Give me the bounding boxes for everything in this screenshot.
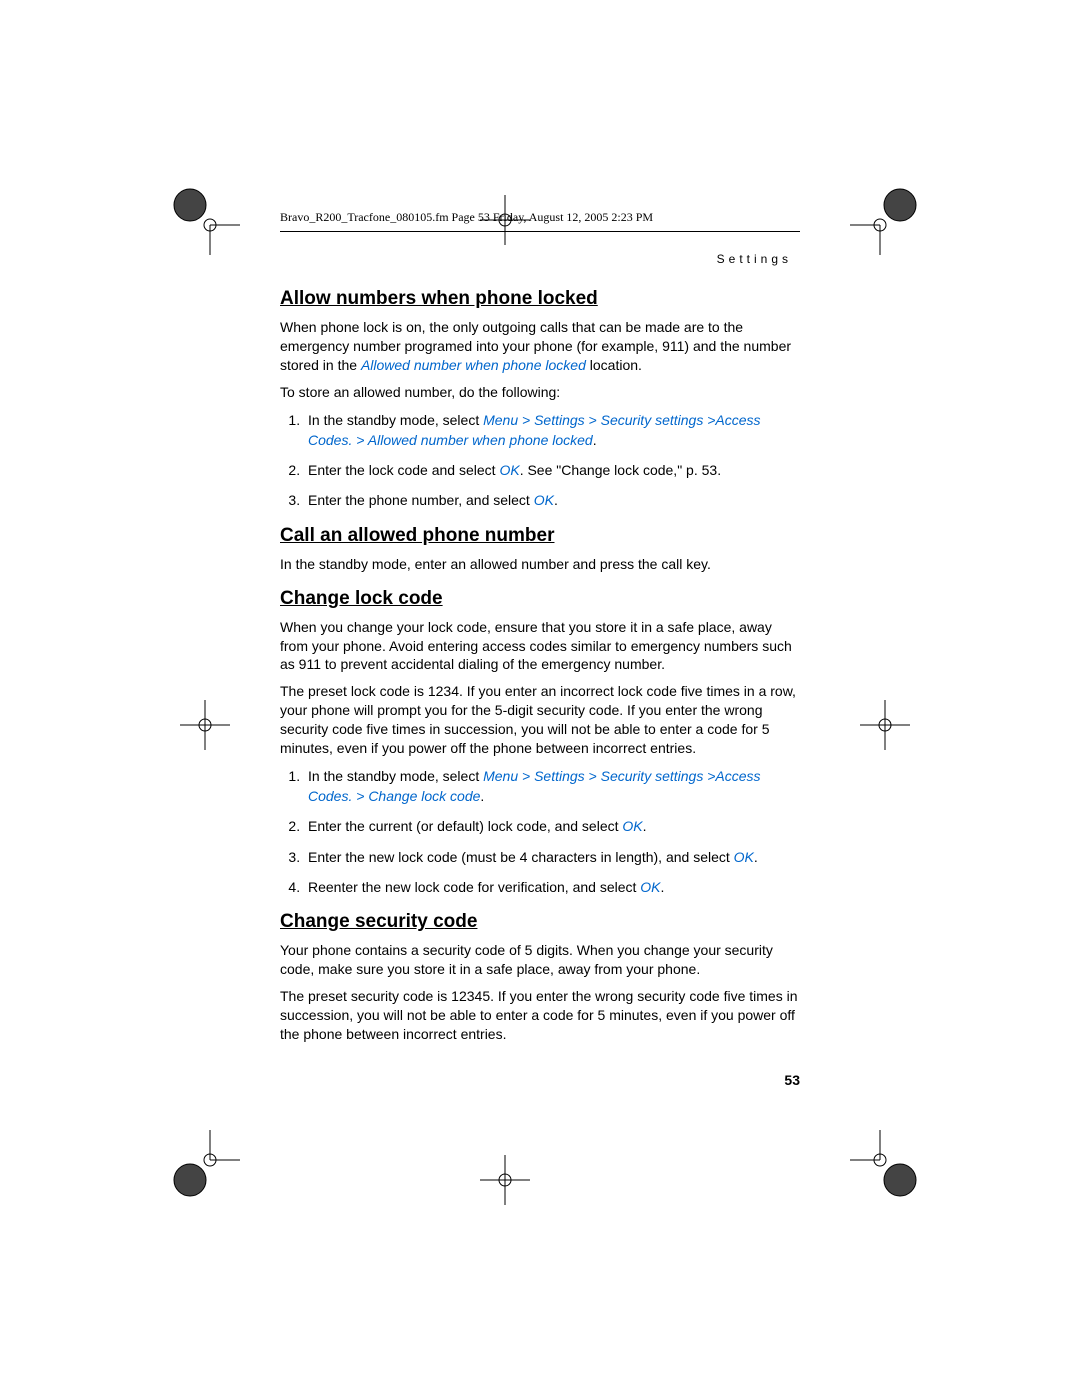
section-label: Settings xyxy=(280,252,792,266)
text: Enter the current (or default) lock code… xyxy=(308,818,622,834)
text: Reenter the new lock code for verificati… xyxy=(308,879,640,895)
text: . xyxy=(480,788,484,804)
crop-mark-icon xyxy=(850,185,920,255)
heading-allow-numbers: Allow numbers when phone locked xyxy=(280,288,800,310)
body-text: The preset lock code is 1234. If you ent… xyxy=(280,682,800,758)
body-text: When you change your lock code, ensure t… xyxy=(280,618,800,675)
text: . xyxy=(643,818,647,834)
ok-label: OK xyxy=(534,492,554,508)
body-text: Your phone contains a security code of 5… xyxy=(280,941,800,979)
list-item: Enter the current (or default) lock code… xyxy=(304,816,800,836)
list-item: In the standby mode, select Menu > Setti… xyxy=(304,410,800,451)
ordered-list: In the standby mode, select Menu > Setti… xyxy=(280,410,800,511)
list-item: Reenter the new lock code for verificati… xyxy=(304,877,800,897)
ok-label: OK xyxy=(640,879,660,895)
text: In the standby mode, select xyxy=(308,768,483,784)
ordered-list: In the standby mode, select Menu > Setti… xyxy=(280,766,800,897)
body-text: To store an allowed number, do the follo… xyxy=(280,383,800,402)
ok-label: OK xyxy=(734,849,754,865)
ok-label: OK xyxy=(622,818,642,834)
text: location. xyxy=(586,357,642,373)
body-text: When phone lock is on, the only outgoing… xyxy=(280,318,800,375)
list-item: Enter the new lock code (must be 4 chara… xyxy=(304,847,800,867)
text: Enter the new lock code (must be 4 chara… xyxy=(308,849,734,865)
page-number: 53 xyxy=(280,1072,800,1088)
page-content: Bravo_R200_Tracfone_080105.fm Page 53 Fr… xyxy=(280,210,800,1088)
crop-mark-icon xyxy=(180,700,230,750)
crop-mark-icon xyxy=(170,1130,240,1200)
list-item: Enter the lock code and select OK. See "… xyxy=(304,460,800,480)
heading-change-lock-code: Change lock code xyxy=(280,588,800,610)
body-text: The preset security code is 12345. If yo… xyxy=(280,987,800,1044)
crop-mark-icon xyxy=(850,1130,920,1200)
body-text: In the standby mode, enter an allowed nu… xyxy=(280,555,800,574)
text: In the standby mode, select xyxy=(308,412,483,428)
header-rule xyxy=(280,231,800,232)
text: . xyxy=(554,492,558,508)
ok-label: OK xyxy=(499,462,519,478)
crop-mark-icon xyxy=(860,700,910,750)
crop-mark-icon xyxy=(480,1155,530,1205)
text: Enter the phone number, and select xyxy=(308,492,534,508)
page-header: Bravo_R200_Tracfone_080105.fm Page 53 Fr… xyxy=(280,210,800,225)
crop-mark-icon xyxy=(170,185,240,255)
list-item: In the standby mode, select Menu > Setti… xyxy=(304,766,800,807)
text: . xyxy=(593,432,597,448)
text: . xyxy=(754,849,758,865)
heading-call-allowed: Call an allowed phone number xyxy=(280,525,800,547)
text: . xyxy=(661,879,665,895)
menu-path-link: Allowed number when phone locked xyxy=(361,357,586,373)
text: Enter the lock code and select xyxy=(308,462,499,478)
heading-change-security-code: Change security code xyxy=(280,911,800,933)
list-item: Enter the phone number, and select OK. xyxy=(304,490,800,510)
text: . See "Change lock code," p. 53. xyxy=(520,462,721,478)
